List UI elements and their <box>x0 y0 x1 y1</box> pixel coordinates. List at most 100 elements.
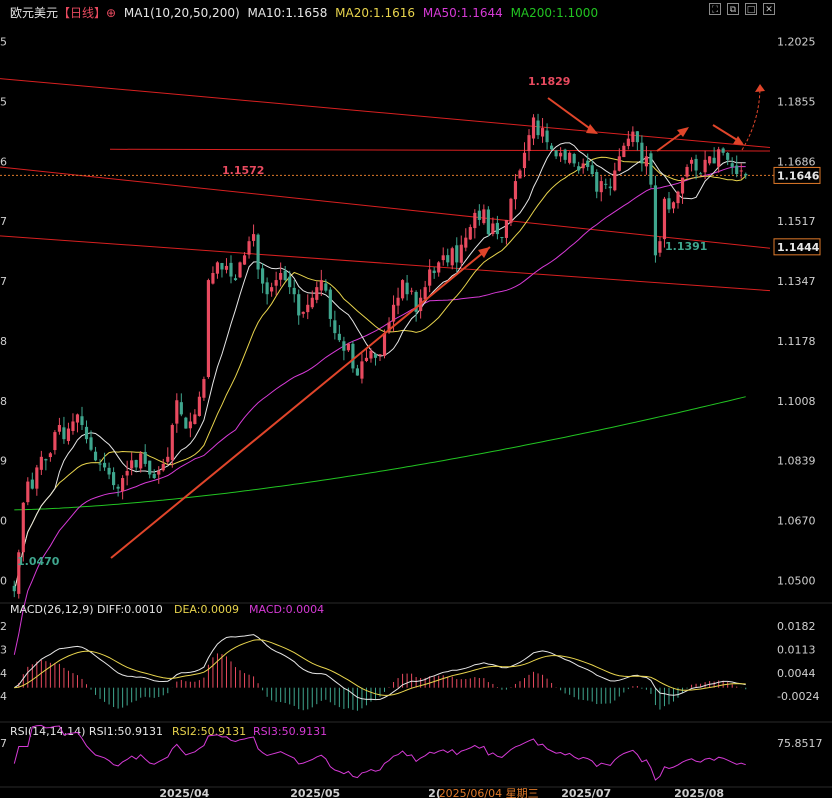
trend-arrow <box>110 246 491 559</box>
candle <box>229 262 233 277</box>
candle <box>152 473 156 479</box>
candle <box>685 166 689 177</box>
candle <box>360 361 364 379</box>
candle <box>71 421 75 431</box>
x-axis-label: 2025/05 <box>290 787 340 798</box>
ma10-line <box>13 142 746 592</box>
candle <box>179 402 183 415</box>
settings-icon[interactable]: ⊕ <box>106 6 116 20</box>
candle <box>649 153 653 185</box>
left-axis-fragment: 4 <box>0 690 7 703</box>
y-axis-label: 1.1178 <box>777 335 816 348</box>
candle <box>306 304 310 313</box>
candle <box>44 459 48 461</box>
candle <box>504 219 509 238</box>
candle <box>586 160 590 167</box>
candle <box>595 172 599 192</box>
left-axis-fragment: 8 <box>0 335 7 348</box>
ma-legend-2: MA20:1.1616 <box>335 6 416 20</box>
candle <box>671 202 676 209</box>
candle <box>689 159 694 164</box>
candle <box>653 185 658 256</box>
ma-legend-1: MA10:1.1658 <box>247 6 328 20</box>
left-axis-fragment: 3 <box>0 643 7 656</box>
candle <box>617 156 621 171</box>
candle <box>721 148 725 153</box>
macd-value-label: MACD:0.0004 <box>249 603 324 616</box>
macd-dea-line <box>14 639 746 696</box>
macd-axis-label: 0.0113 <box>777 643 816 656</box>
y-axis-label: 1.0839 <box>777 455 816 468</box>
x-axis-label: 2025/07 <box>561 787 611 798</box>
candle <box>482 209 486 224</box>
candle <box>274 280 278 286</box>
candle <box>410 290 414 292</box>
candle <box>662 198 667 240</box>
candle <box>48 453 52 458</box>
candle <box>540 128 545 137</box>
candle <box>464 237 468 248</box>
candle <box>437 262 441 273</box>
candle <box>184 417 188 429</box>
candle <box>310 297 314 308</box>
ma-legend-4: MA200:1.1000 <box>510 6 599 20</box>
candle <box>30 479 34 489</box>
low-annotation: 1.1391 <box>665 240 707 253</box>
rsi3-label: RSI3:50.9131 <box>253 725 327 738</box>
left-axis-fragment: 0 <box>0 514 7 527</box>
symbol-name: 欧元美元 <box>10 6 59 20</box>
candle <box>717 149 721 167</box>
candle <box>577 166 581 171</box>
candle <box>378 354 382 356</box>
restore-icon[interactable]: ⧉ <box>727 3 739 15</box>
candle <box>57 425 61 432</box>
candle <box>148 460 152 475</box>
candle <box>559 152 563 157</box>
candle <box>400 280 405 299</box>
close-icon[interactable]: ✕ <box>763 3 775 15</box>
candle <box>134 459 138 468</box>
fullscreen-icon[interactable]: ⛶ <box>709 3 721 15</box>
candle <box>473 212 477 229</box>
macd-title: MACD(26,12,9) DIFF:0.0010 <box>10 603 163 616</box>
candle <box>513 181 518 200</box>
candle <box>130 460 134 469</box>
candle <box>428 269 432 286</box>
candle <box>599 181 603 193</box>
candle <box>744 173 748 176</box>
candle <box>26 481 30 503</box>
candle <box>125 470 129 476</box>
candle <box>215 262 220 274</box>
maximize-icon[interactable]: □ <box>745 3 757 15</box>
candle <box>328 289 332 319</box>
chart-canvas[interactable]: 1.2025 5 1.1855 5 1.1686 6 1.1517 7 1.1347 7 1.117… <box>0 0 832 798</box>
candle <box>62 427 66 440</box>
ma200-line <box>14 396 746 511</box>
ma-legend-3: MA50:1.1644 <box>422 6 503 20</box>
candle <box>739 170 743 172</box>
y-axis-label: 1.1686 <box>777 155 816 168</box>
candle <box>202 379 206 398</box>
candle <box>93 451 98 461</box>
x-axis-label: 2025/08 <box>674 787 724 798</box>
candle <box>703 159 707 173</box>
candle <box>495 222 499 235</box>
candle <box>373 354 378 358</box>
candle <box>622 145 626 158</box>
channel-line <box>109 148 771 152</box>
candle <box>301 311 305 314</box>
period-label[interactable]: 【日线】 <box>58 6 106 20</box>
candle <box>563 149 567 160</box>
candle <box>89 437 93 450</box>
candle <box>369 350 373 359</box>
candle <box>121 478 125 492</box>
candle <box>568 152 572 163</box>
candle <box>405 282 409 295</box>
candle <box>635 131 639 143</box>
candle <box>735 165 739 175</box>
candle <box>166 456 170 462</box>
candle <box>450 248 454 266</box>
candle <box>143 451 147 464</box>
candle <box>694 158 698 171</box>
candle <box>423 287 427 300</box>
